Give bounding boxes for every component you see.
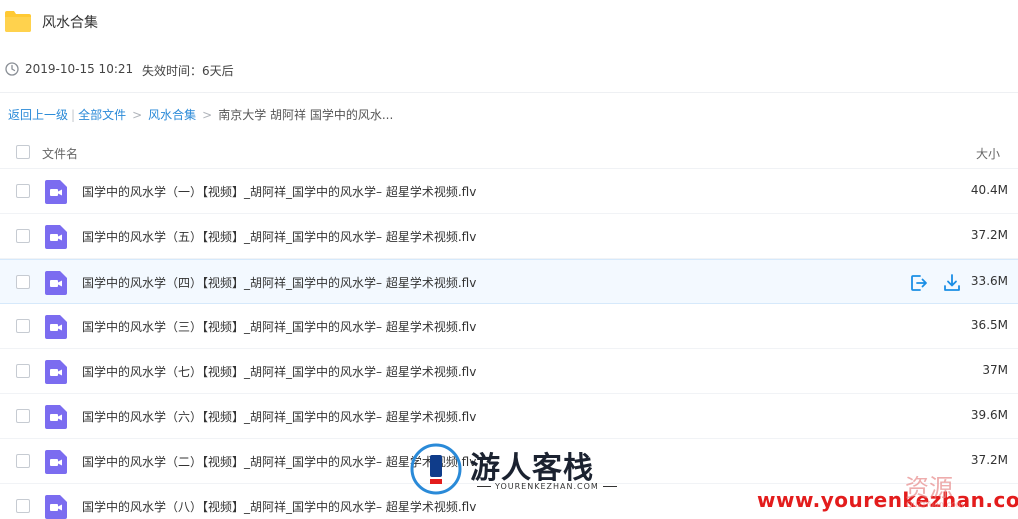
row-checkbox[interactable] bbox=[16, 454, 30, 468]
file-size: 37.2M bbox=[970, 453, 1008, 467]
breadcrumb-arrow: > bbox=[202, 108, 213, 122]
breadcrumb-arrow: > bbox=[132, 108, 143, 122]
breadcrumb-separator: | bbox=[71, 108, 76, 122]
row-checkbox[interactable] bbox=[16, 229, 30, 243]
file-name[interactable]: 国学中的风水学（六）【视频】_胡阿祥_国学中的风水学– 超星学术视频.flv bbox=[82, 408, 476, 425]
video-file-icon bbox=[45, 450, 67, 474]
folder-link[interactable]: 风水合集 bbox=[148, 108, 196, 122]
video-file-icon bbox=[45, 360, 67, 384]
file-name[interactable]: 国学中的风水学（四）【视频】_胡阿祥_国学中的风水学– 超星学术视频.flv bbox=[82, 274, 476, 291]
share-icon[interactable] bbox=[909, 273, 929, 293]
file-row[interactable]: 国学中的风水学（一）【视频】_胡阿祥_国学中的风水学– 超星学术视频.flv 4… bbox=[0, 169, 1018, 214]
breadcrumb: 返回上一级 | 全部文件 > 风水合集 > 南京大学 胡阿祥 国学中的风水... bbox=[8, 106, 393, 123]
share-meta: 2019-10-15 10:21 失效时间：6天后 bbox=[0, 56, 1018, 84]
watermark-url: www.yourenkezhan.com bbox=[757, 488, 1018, 512]
file-size: 36.5M bbox=[970, 318, 1008, 332]
watermark-logo bbox=[410, 443, 462, 495]
back-link[interactable]: 返回上一级 bbox=[8, 108, 68, 122]
file-size: 37M bbox=[982, 363, 1008, 377]
file-row[interactable]: 国学中的风水学（六）【视频】_胡阿祥_国学中的风水学– 超星学术视频.flv 3… bbox=[0, 394, 1018, 439]
file-row[interactable]: 国学中的风水学（七）【视频】_胡阿祥_国学中的风水学– 超星学术视频.flv 3… bbox=[0, 349, 1018, 394]
all-files-link[interactable]: 全部文件 bbox=[78, 108, 126, 122]
video-file-icon bbox=[45, 225, 67, 249]
column-filename[interactable]: 文件名 bbox=[42, 145, 78, 162]
share-date: 2019-10-15 10:21 bbox=[25, 62, 134, 76]
folder-icon bbox=[5, 11, 31, 32]
row-checkbox[interactable] bbox=[16, 364, 30, 378]
select-all-checkbox[interactable] bbox=[16, 145, 30, 159]
folder-title: 风水合集 bbox=[42, 15, 98, 31]
row-checkbox[interactable] bbox=[16, 499, 30, 513]
clock-icon bbox=[5, 62, 19, 76]
file-size: 40.4M bbox=[970, 183, 1008, 197]
video-file-icon bbox=[45, 405, 67, 429]
file-list-header: 文件名 大小 bbox=[0, 137, 1018, 169]
video-file-icon bbox=[45, 495, 67, 519]
file-name[interactable]: 国学中的风水学（七）【视频】_胡阿祥_国学中的风水学– 超星学术视频.flv bbox=[82, 363, 476, 380]
watermark-name: 游人客栈 bbox=[470, 451, 594, 486]
file-name[interactable]: 国学中的风水学（五）【视频】_胡阿祥_国学中的风水学– 超星学术视频.flv bbox=[82, 228, 476, 245]
row-checkbox[interactable] bbox=[16, 319, 30, 333]
watermark-domain: YOURENKEZHAN.COM bbox=[473, 482, 621, 491]
row-checkbox[interactable] bbox=[16, 409, 30, 423]
file-name[interactable]: 国学中的风水学（八）【视频】_胡阿祥_国学中的风水学– 超星学术视频.flv bbox=[82, 498, 476, 515]
file-size: 33.6M bbox=[970, 274, 1008, 288]
video-file-icon bbox=[45, 180, 67, 204]
column-size[interactable]: 大小 bbox=[976, 145, 1000, 162]
video-file-icon bbox=[45, 271, 67, 295]
share-header: 风水合集 bbox=[0, 0, 1018, 44]
row-checkbox[interactable] bbox=[16, 184, 30, 198]
file-name[interactable]: 国学中的风水学（一）【视频】_胡阿祥_国学中的风水学– 超星学术视频.flv bbox=[82, 183, 476, 200]
file-size: 37.2M bbox=[970, 228, 1008, 242]
download-icon[interactable] bbox=[942, 273, 962, 293]
file-row[interactable]: 国学中的风水学（五）【视频】_胡阿祥_国学中的风水学– 超星学术视频.flv 3… bbox=[0, 214, 1018, 259]
file-row-hovered[interactable]: 国学中的风水学（四）【视频】_胡阿祥_国学中的风水学– 超星学术视频.flv 3… bbox=[0, 259, 1018, 304]
file-size: 39.6M bbox=[970, 408, 1008, 422]
video-file-icon bbox=[45, 315, 67, 339]
expire-time: 失效时间：6天后 bbox=[142, 64, 234, 78]
file-row[interactable]: 国学中的风水学（三）【视频】_胡阿祥_国学中的风水学– 超星学术视频.flv 3… bbox=[0, 304, 1018, 349]
watermark-small: QuZiYuan.com bbox=[906, 500, 964, 509]
file-name[interactable]: 国学中的风水学（三）【视频】_胡阿祥_国学中的风水学– 超星学术视频.flv bbox=[82, 318, 476, 335]
watermark-resource: 资源 bbox=[905, 474, 953, 502]
divider bbox=[0, 92, 1018, 93]
row-checkbox[interactable] bbox=[16, 275, 30, 289]
breadcrumb-current: 南京大学 胡阿祥 国学中的风水... bbox=[218, 108, 394, 122]
